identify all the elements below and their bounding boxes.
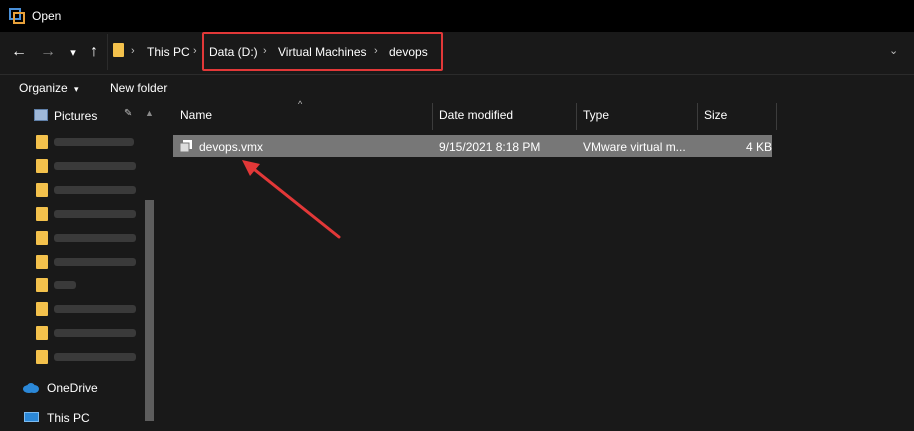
column-header-name[interactable]: Name [180, 108, 212, 122]
folder-icon [36, 183, 48, 197]
annotation-arrow [242, 160, 341, 239]
folder-icon [36, 135, 48, 149]
blurred-label [54, 162, 136, 170]
breadcrumb-this-pc[interactable]: This PC [147, 45, 190, 59]
forward-button[interactable]: → [38, 32, 58, 72]
sidebar-item-label: OneDrive [47, 381, 98, 395]
column-header-size[interactable]: Size [704, 108, 727, 122]
sidebar-item-folder[interactable] [0, 153, 148, 177]
blurred-label [54, 138, 134, 146]
vmx-file-icon [179, 140, 192, 153]
sidebar-item-folder[interactable] [0, 296, 148, 320]
blurred-label [54, 305, 136, 313]
up-button[interactable]: ↑ [84, 32, 104, 72]
column-divider[interactable] [576, 103, 577, 130]
column-header-type[interactable]: Type [583, 108, 609, 122]
vmware-app-icon [9, 8, 25, 24]
blurred-label [54, 186, 136, 194]
sidebar-item-label: This PC [47, 411, 90, 425]
title-bar [0, 0, 914, 32]
pin-icon: ✎ [124, 108, 133, 119]
sidebar-item-onedrive[interactable]: OneDrive [0, 376, 148, 400]
column-divider[interactable] [432, 103, 433, 130]
scrollbar-thumb[interactable] [145, 200, 154, 421]
folder-icon [36, 207, 48, 221]
blurred-label [54, 234, 136, 242]
folder-icon [36, 255, 48, 269]
folder-icon [36, 159, 48, 173]
column-divider[interactable] [697, 103, 698, 130]
blurred-label [54, 281, 76, 289]
sidebar-item-folder[interactable] [0, 320, 148, 344]
blurred-label [54, 210, 136, 218]
chevron-right-icon: › [131, 45, 135, 57]
folder-icon [36, 278, 48, 292]
file-size: 4 KB [746, 140, 773, 154]
folder-icon [36, 231, 48, 245]
scroll-up-icon[interactable]: ▲ [145, 108, 154, 118]
file-type: VMware virtual m... [583, 140, 686, 154]
sidebar-item-this-pc[interactable]: This PC [0, 407, 148, 431]
breadcrumb-highlight-box [202, 32, 443, 71]
column-divider[interactable] [776, 103, 777, 130]
sidebar-item-folder[interactable] [0, 272, 148, 296]
sidebar-item-folder[interactable] [0, 225, 148, 249]
folder-icon [36, 326, 48, 340]
folder-icon [113, 43, 124, 57]
folder-icon [36, 302, 48, 316]
pictures-icon [34, 109, 48, 121]
blurred-label [54, 329, 136, 337]
sidebar-item-folder[interactable] [0, 177, 148, 201]
sidebar-item-folder[interactable] [0, 344, 148, 368]
sort-ascending-icon: ^ [298, 99, 303, 109]
sidebar-item-pictures[interactable]: Pictures ✎ [0, 104, 148, 128]
column-header-date-modified[interactable]: Date modified [439, 108, 513, 122]
blurred-label [54, 258, 136, 266]
blurred-label [54, 353, 136, 361]
cloud-icon [23, 383, 39, 393]
sidebar-item-label: Pictures [54, 109, 98, 123]
new-folder-button[interactable]: New folder [110, 81, 167, 95]
window-title: Open [32, 9, 62, 23]
organize-label: Organize [19, 81, 68, 95]
recent-locations-dropdown[interactable]: ▾ [63, 32, 83, 72]
chevron-down-icon: ▾ [74, 84, 79, 94]
chevron-right-icon: › [193, 45, 197, 57]
folder-icon [36, 350, 48, 364]
sidebar-item-folder[interactable] [0, 201, 148, 225]
sidebar-item-folder[interactable] [0, 129, 148, 153]
file-date-modified: 9/15/2021 8:18 PM [439, 140, 541, 154]
back-button[interactable]: ← [9, 32, 29, 72]
address-dropdown-icon[interactable]: ⌄ [889, 44, 898, 57]
sidebar-item-folder[interactable] [0, 249, 148, 273]
organize-button[interactable]: Organize ▾ [19, 81, 79, 95]
